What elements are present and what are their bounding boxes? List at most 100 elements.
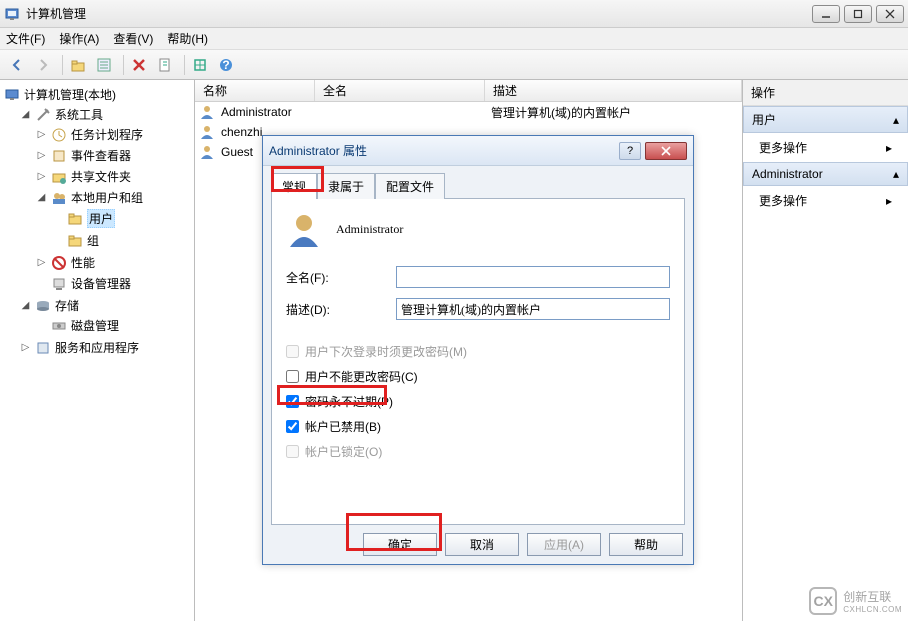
actions-section-users[interactable]: 用户▴	[743, 106, 908, 133]
expand-icon[interactable]: ▷	[36, 150, 47, 161]
tree-label: 服务和应用程序	[55, 339, 139, 356]
desc-label: 描述(D):	[286, 301, 396, 318]
actions-panel: 操作 用户▴ 更多操作▸ Administrator▴ 更多操作▸	[743, 80, 908, 621]
apply-button[interactable]: 应用(A)	[527, 533, 601, 556]
dialog-close-button[interactable]	[645, 142, 687, 160]
chk-cannot-change[interactable]: 用户不能更改密码(C)	[286, 368, 670, 385]
maximize-button[interactable]	[844, 5, 872, 23]
list-row[interactable]: Administrator 管理计算机(域)的内置帐户	[195, 102, 742, 122]
chevron-right-icon: ▸	[886, 194, 892, 208]
user-icon	[199, 144, 215, 160]
properties-dialog: Administrator 属性 ? 常规 隶属于 配置文件 Administr…	[262, 135, 694, 565]
collapse-icon[interactable]: ◢	[36, 192, 47, 203]
tree-label: 用户	[87, 209, 115, 228]
back-button[interactable]	[6, 54, 28, 76]
chk-never-expire[interactable]: 密码永不过期(P)	[286, 393, 670, 410]
users-icon	[51, 190, 67, 206]
tree-label: 事件查看器	[71, 147, 131, 164]
col-desc[interactable]: 描述	[485, 80, 742, 101]
actions-section-admin[interactable]: Administrator▴	[743, 162, 908, 186]
device-icon	[51, 276, 67, 292]
perf-icon	[51, 255, 67, 271]
col-fullname[interactable]: 全名	[315, 80, 485, 101]
export-button[interactable]	[189, 54, 211, 76]
expand-icon[interactable]: ▷	[36, 257, 47, 268]
share-icon	[51, 169, 67, 185]
tree-device-manager[interactable]: ·设备管理器	[34, 274, 192, 293]
toolbar: ?	[0, 50, 908, 80]
tree-users[interactable]: ·用户	[50, 208, 192, 229]
actions-more[interactable]: 更多操作▸	[743, 186, 908, 215]
menu-view[interactable]: 查看(V)	[113, 30, 153, 47]
window-buttons	[812, 5, 904, 23]
tree-panel: 计算机管理(本地) ◢ 系统工具 ▷ 任务计划程序 ▷ 事件查看器 ▷ 共享文件夹	[0, 80, 195, 621]
watermark-brand: 创新互联	[843, 588, 902, 605]
tab-profile[interactable]: 配置文件	[375, 173, 445, 199]
desc-input[interactable]	[396, 298, 670, 320]
tree-performance[interactable]: ▷性能	[34, 253, 192, 272]
refresh-button[interactable]	[154, 54, 176, 76]
tree-services-apps[interactable]: ▷ 服务和应用程序	[18, 338, 192, 357]
tree-groups[interactable]: ·组	[50, 231, 192, 250]
toolbar-separator	[62, 55, 63, 75]
collapse-icon[interactable]: ◢	[20, 109, 31, 120]
tree-storage[interactable]: ◢ 存储	[18, 296, 192, 315]
folder-icon	[67, 233, 83, 249]
cancel-button[interactable]: 取消	[445, 533, 519, 556]
dlg-help-button[interactable]: 帮助	[609, 533, 683, 556]
close-button[interactable]	[876, 5, 904, 23]
chevron-up-icon: ▴	[893, 113, 899, 127]
chevron-right-icon: ▸	[886, 141, 892, 155]
tab-general[interactable]: 常规	[271, 173, 317, 199]
toolbar-separator	[184, 55, 185, 75]
tree-shared-folders[interactable]: ▷ 共享文件夹	[34, 167, 192, 186]
chk-account-locked: 帐户已锁定(O)	[286, 443, 670, 460]
dialog-titlebar: Administrator 属性 ?	[263, 136, 693, 166]
tree-label: 存储	[55, 297, 79, 314]
delete-button[interactable]	[128, 54, 150, 76]
tree-event-viewer[interactable]: ▷ 事件查看器	[34, 146, 192, 165]
minimize-button[interactable]	[812, 5, 840, 23]
tree-label: 本地用户和组	[71, 189, 143, 206]
fullname-input[interactable]	[396, 266, 670, 288]
tree-label: 组	[87, 232, 99, 249]
tree-root[interactable]: 计算机管理(本地)	[2, 85, 192, 104]
ok-button[interactable]: 确定	[363, 533, 437, 556]
tree-label: 任务计划程序	[71, 126, 143, 143]
forward-button[interactable]	[32, 54, 54, 76]
collapse-icon[interactable]: ◢	[20, 300, 31, 311]
dialog-help-button[interactable]: ?	[619, 142, 641, 160]
tree-root-label: 计算机管理(本地)	[24, 86, 116, 103]
menu-help[interactable]: 帮助(H)	[167, 30, 208, 47]
menu-file[interactable]: 文件(F)	[6, 30, 45, 47]
dialog-title: Administrator 属性	[269, 142, 615, 159]
list-header: 名称 全名 描述	[195, 80, 742, 102]
menu-action[interactable]: 操作(A)	[59, 30, 99, 47]
watermark-sub: CXHLCN.COM	[843, 605, 902, 614]
tab-memberof[interactable]: 隶属于	[317, 173, 375, 199]
tree-disk-management[interactable]: ·磁盘管理	[34, 316, 192, 335]
actions-more[interactable]: 更多操作▸	[743, 133, 908, 162]
disk-icon	[51, 318, 67, 334]
svg-text:?: ?	[222, 58, 229, 72]
services-icon	[35, 340, 51, 356]
chk-account-disabled[interactable]: 帐户已禁用(B)	[286, 418, 670, 435]
dialog-tabs: 常规 隶属于 配置文件	[271, 172, 685, 198]
dialog-buttons: 确定 取消 应用(A) 帮助	[271, 533, 685, 556]
expand-icon[interactable]: ▷	[36, 129, 47, 140]
computer-icon	[4, 87, 20, 103]
help-button[interactable]: ?	[215, 54, 237, 76]
tree-system-tools[interactable]: ◢ 系统工具	[18, 105, 192, 124]
expand-icon[interactable]: ▷	[36, 171, 47, 182]
col-name[interactable]: 名称	[195, 80, 315, 101]
tree-label: 共享文件夹	[71, 168, 131, 185]
tree-label: 设备管理器	[71, 275, 131, 292]
tree-task-scheduler[interactable]: ▷ 任务计划程序	[34, 125, 192, 144]
tree-label: 系统工具	[55, 106, 103, 123]
properties-button[interactable]	[93, 54, 115, 76]
expand-icon[interactable]: ▷	[20, 342, 31, 353]
tree-local-users-groups[interactable]: ◢ 本地用户和组	[34, 188, 192, 207]
tab-body: Administrator 全名(F): 描述(D): 用户下次登录时须更改密码…	[271, 198, 685, 525]
chevron-up-icon: ▴	[893, 167, 899, 181]
up-button[interactable]	[67, 54, 89, 76]
